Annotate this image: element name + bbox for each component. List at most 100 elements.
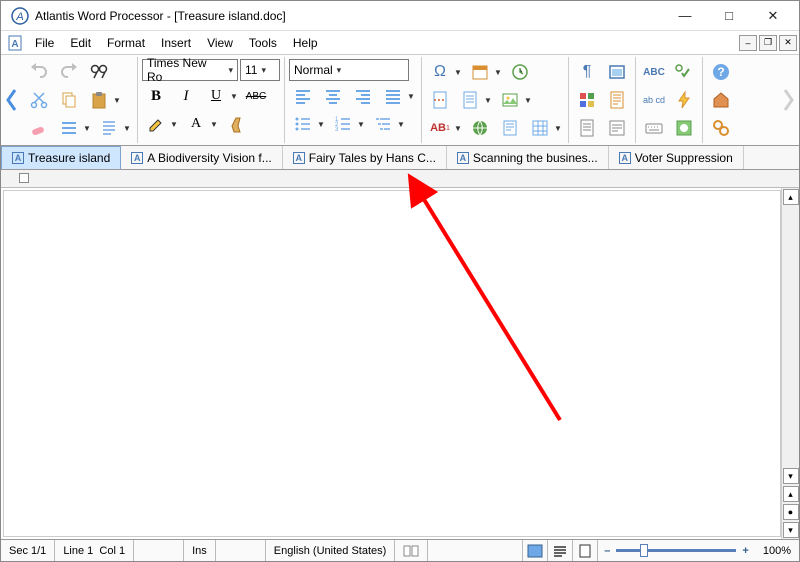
maximize-button[interactable]: □ (707, 2, 751, 30)
strikethrough-button[interactable]: ABC (242, 83, 270, 109)
document-page[interactable] (3, 190, 781, 537)
table-button[interactable] (526, 115, 554, 141)
doc-restore-button[interactable]: ❐ (759, 35, 777, 51)
paste-button[interactable] (85, 87, 113, 113)
find-button[interactable] (85, 59, 113, 85)
prev-page-button[interactable]: ▴ (783, 486, 799, 502)
symbol-dropdown[interactable]: ▼ (454, 68, 464, 77)
scroll-down-button[interactable]: ▾ (783, 468, 799, 484)
status-book-icon[interactable] (395, 540, 428, 561)
footnote-dropdown[interactable]: ▼ (454, 124, 464, 133)
settings-button[interactable] (707, 115, 735, 141)
insert-picture-button[interactable] (496, 87, 524, 113)
ruler[interactable] (1, 170, 799, 188)
align-dropdown[interactable]: ▼ (407, 92, 417, 101)
view-normal-button[interactable] (523, 540, 548, 561)
view-print-button[interactable] (573, 540, 598, 561)
table-dropdown[interactable]: ▼ (554, 124, 564, 133)
doc-tab-fairy-tales[interactable]: A Fairy Tales by Hans C... (283, 146, 447, 169)
style-select[interactable]: Normal▾ (289, 59, 409, 81)
autocorrect-button[interactable] (670, 59, 698, 85)
menu-edit[interactable]: Edit (62, 34, 99, 52)
numbering-button[interactable]: 123 (329, 111, 357, 137)
footnote-button[interactable]: AB1 (426, 115, 454, 141)
font-color-button[interactable]: A (182, 111, 210, 137)
undo-button[interactable] (25, 59, 53, 85)
hyperlink-button[interactable] (466, 115, 494, 141)
multilevel-dropdown[interactable]: ▼ (397, 120, 407, 129)
toolbar-scroll-right[interactable] (779, 55, 799, 145)
power-type-button[interactable] (670, 87, 698, 113)
bookmark-button[interactable] (496, 115, 524, 141)
status-insert-mode[interactable]: Ins (184, 540, 216, 561)
show-pilcrow-button[interactable]: ¶ (573, 59, 601, 85)
font-color-dropdown[interactable]: ▼ (210, 120, 220, 129)
italic-button[interactable]: I (172, 83, 200, 109)
paragraph-button[interactable] (95, 115, 123, 141)
copy-button[interactable] (55, 87, 83, 113)
date-button[interactable] (466, 59, 494, 85)
close-button[interactable]: ✕ (751, 2, 795, 30)
zoom-slider[interactable]: – + (598, 545, 755, 557)
view-draft-button[interactable] (548, 540, 573, 561)
bullets-dropdown[interactable]: ▼ (317, 120, 327, 129)
save-web-button[interactable] (670, 115, 698, 141)
doc-minimize-button[interactable]: – (739, 35, 757, 51)
cut-button[interactable] (25, 87, 53, 113)
zoom-in-button[interactable]: + (742, 545, 748, 557)
status-line[interactable]: Line 1 Col 1 (55, 540, 134, 561)
statistics-button[interactable] (573, 115, 601, 141)
doc-tab-voter[interactable]: A Voter Suppression (609, 146, 744, 169)
spellcheck-button[interactable]: ABC (640, 59, 668, 85)
word-count-button[interactable] (603, 115, 631, 141)
numbering-dropdown[interactable]: ▼ (357, 120, 367, 129)
color-palette-button[interactable] (573, 87, 601, 113)
minimize-button[interactable]: — (663, 2, 707, 30)
line-spacing-button[interactable] (55, 115, 83, 141)
home-button[interactable] (707, 87, 735, 113)
menu-view[interactable]: View (199, 34, 241, 52)
font-family-select[interactable]: Times New Ro▾ (142, 59, 238, 81)
multilevel-list-button[interactable] (369, 111, 397, 137)
menu-tools[interactable]: Tools (241, 34, 285, 52)
menu-insert[interactable]: Insert (153, 34, 199, 52)
line-spacing-dropdown[interactable]: ▼ (83, 124, 93, 133)
align-right-button[interactable] (349, 83, 377, 109)
font-size-select[interactable]: 11▾ (240, 59, 280, 81)
underline-button[interactable]: U (202, 83, 230, 109)
document-map-button[interactable] (603, 87, 631, 113)
time-button[interactable] (506, 59, 534, 85)
toolbar-scroll-left[interactable] (1, 55, 21, 145)
bold-button[interactable]: B (142, 83, 170, 109)
status-section[interactable]: Sec 1/1 (1, 540, 55, 561)
page-break-button[interactable] (426, 87, 454, 113)
doc-tab-biodiversity[interactable]: A A Biodiversity Vision f... (121, 146, 283, 169)
vertical-scrollbar[interactable]: ▴ ▾ ▴ ● ▾ (781, 188, 799, 539)
insert-picture-dropdown[interactable]: ▼ (524, 96, 534, 105)
fullscreen-button[interactable] (603, 59, 631, 85)
menu-file[interactable]: File (27, 34, 62, 52)
doc-close-button[interactable]: ✕ (779, 35, 797, 51)
zoom-percent[interactable]: 100% (755, 540, 799, 561)
highlight-button[interactable] (142, 111, 170, 137)
insert-file-button[interactable] (456, 87, 484, 113)
doc-tab-scanning[interactable]: A Scanning the busines... (447, 146, 609, 169)
doc-tab-treasure-island[interactable]: A Treasure island (1, 146, 121, 169)
zoom-out-button[interactable]: – (604, 545, 610, 557)
status-language[interactable]: English (United States) (266, 540, 396, 561)
paragraph-dropdown[interactable]: ▼ (123, 124, 133, 133)
align-justify-button[interactable] (379, 83, 407, 109)
underline-dropdown[interactable]: ▼ (230, 92, 240, 101)
next-page-button[interactable]: ▾ (783, 522, 799, 538)
paste-dropdown[interactable]: ▼ (113, 96, 123, 105)
menu-help[interactable]: Help (285, 34, 326, 52)
align-center-button[interactable] (319, 83, 347, 109)
symbol-button[interactable]: Ω (426, 59, 454, 85)
format-painter-button[interactable] (222, 111, 250, 137)
bullets-button[interactable] (289, 111, 317, 137)
hyphenation-button[interactable]: ab cd (640, 87, 668, 113)
align-left-button[interactable] (289, 83, 317, 109)
redo-button[interactable] (55, 59, 83, 85)
insert-file-dropdown[interactable]: ▼ (484, 96, 494, 105)
keyboard-button[interactable] (640, 115, 668, 141)
